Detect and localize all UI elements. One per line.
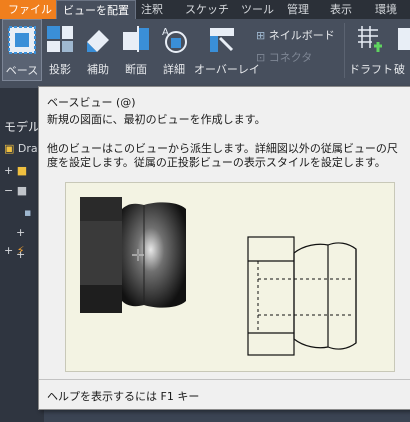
projected-view-label: 投影 [49,63,71,76]
auxiliary-view-button[interactable]: 補助 [80,19,116,79]
nailboard-button[interactable]: ⊞ ネイルボード [256,27,335,43]
drawing-icon: ▣ [4,142,15,155]
browser-drawing-label: Dra [17,142,38,155]
auxiliary-view-label: 補助 [87,63,109,76]
browser-tree-row[interactable]: + ⚡ [4,244,24,257]
nailboard-icon: ⊞ [256,29,266,42]
detail-view-icon: A [162,27,187,53]
nailboard-label: ネイルボード [268,29,335,42]
lightning-icon: ⚡ [16,244,25,257]
tab-file[interactable]: ファイル [0,0,60,19]
connector-icon: ⊡ [256,51,266,64]
draft-view-button[interactable]: ドラフト [349,19,393,79]
view-icon: ▪ [24,206,32,219]
pipe-fitting-illustration [80,197,357,356]
tab-tools[interactable]: ツール [241,0,274,19]
tooltip-illustration [65,182,395,372]
tab-view[interactable]: 表示 [330,0,352,19]
expand-icon: + [4,164,14,177]
tab-environment[interactable]: 環境 [375,0,397,19]
detail-view-button[interactable]: A 詳細 [156,19,192,79]
tooltip-footer-divider [39,379,410,380]
browser-tree-row[interactable]: ▪ [24,206,31,219]
browser-tree-row[interactable]: − ■ [4,184,27,197]
expand-icon: + [4,244,14,257]
section-view-label: 断面 [125,63,147,76]
browser-tree-row[interactable]: + [16,226,25,239]
base-view-icon [8,26,36,54]
detail-view-label: 詳細 [163,63,185,76]
overlay-view-label: オーバーレイ [194,63,260,76]
connector-label: コネクタ [268,51,313,64]
section-view-button[interactable]: 断面 [118,19,154,79]
ribbon-separator [344,23,345,78]
ribbon-panel: ベース 投影 補助 断面 A 詳細 オーバーレイ ⊞ ネイルボード ⊡ コネクタ… [0,19,410,88]
connector-button[interactable]: ⊡ コネクタ [256,49,312,65]
auxiliary-view-icon [87,30,109,52]
browser-title: モデル [4,120,41,134]
tooltip-footer: ヘルプを表示するには F1 キー [47,390,200,403]
broken-view-label: 破 [394,63,405,76]
tab-annotate[interactable]: 注釈 [141,0,163,19]
expand-icon: + [16,226,26,239]
ribbon-tab-bar: ファイル ビューを配置 注釈 スケッチ ツール 管理 表示 環境 [0,0,410,19]
base-view-tooltip: ベースビュー (@) 新規の図面に、最初のビューを作成します。 他のビューはこの… [38,86,410,410]
tooltip-title: ベースビュー (@) [47,96,136,109]
tooltip-description: 新規の図面に、最初のビューを作成します。 [47,113,266,126]
draft-view-label: ドラフト [349,63,393,76]
base-view-button[interactable]: ベース [2,19,42,81]
section-view-icon [123,26,149,52]
collapse-icon: − [4,184,14,197]
tab-manage[interactable]: 管理 [287,0,309,19]
browser-drawing-item[interactable]: ▣ Dra [4,142,38,155]
overlay-view-icon [210,28,234,52]
sheet-icon: ■ [16,184,28,197]
tab-place-views[interactable]: ビューを配置 [56,0,136,19]
broken-view-button[interactable]: 破 [392,19,410,79]
broken-view-icon [398,28,410,50]
draft-view-icon [358,26,382,52]
base-view-label: ベース [5,64,39,77]
projected-view-button[interactable]: 投影 [42,19,78,79]
folder-icon: ■ [16,164,28,177]
browser-tree-row[interactable]: + ■ [4,164,27,177]
tab-sketch[interactable]: スケッチ [185,0,229,19]
overlay-view-button[interactable]: オーバーレイ [194,19,260,79]
projected-view-icon [47,26,73,52]
tooltip-detail: 他のビューはこのビューから派生します。詳細図以外の従属ビューの尺度を設定します。… [47,142,398,169]
